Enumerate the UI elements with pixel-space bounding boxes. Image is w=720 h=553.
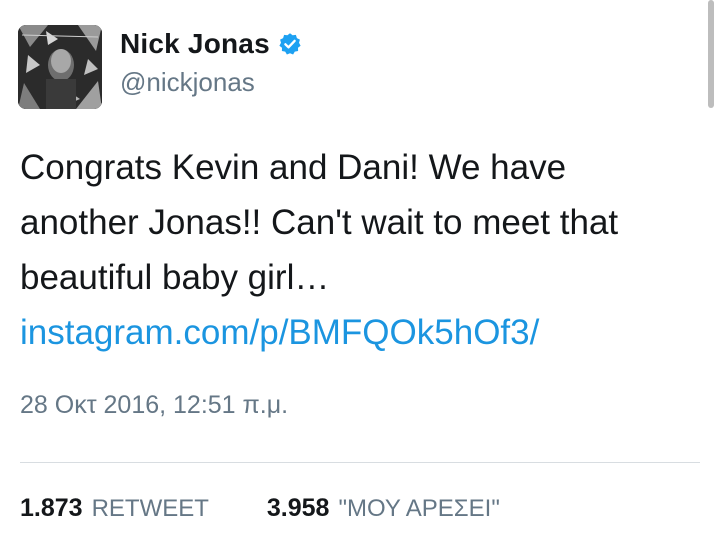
likes-count: 3.958 — [266, 494, 330, 522]
retweets-label: RETWEET — [91, 495, 209, 522]
avatar[interactable] — [18, 25, 102, 109]
likes-stat[interactable]: 3.958 "ΜΟΥ ΑΡΕΣΕΙ" — [267, 494, 500, 523]
avatar-image — [18, 25, 102, 109]
tweet-text-line: beautiful baby girl… — [20, 258, 330, 297]
tweet-stats: 1.873 RETWEET 3.958 "ΜΟΥ ΑΡΕΣΕΙ" — [20, 494, 500, 523]
tweet-text: Congrats Kevin and Dani! We have another… — [20, 140, 710, 360]
tweet-text-line: Congrats Kevin and Dani! We have — [20, 148, 567, 187]
retweets-count: 1.873 — [20, 494, 83, 522]
likes-label: "ΜΟΥ ΑΡΕΣΕΙ" — [338, 495, 500, 522]
tweet-header: Nick Jonas @nickjonas — [18, 25, 302, 109]
scrollbar[interactable] — [708, 0, 714, 108]
display-name[interactable]: Nick Jonas — [120, 28, 270, 60]
divider — [20, 462, 700, 463]
tweet-text-line: another Jonas!! Can't wait to meet that — [20, 203, 619, 242]
verified-badge-icon — [279, 33, 301, 55]
tweet-timestamp[interactable]: 28 Οκτ 2016, 12:51 π.μ. — [20, 391, 288, 420]
user-handle[interactable]: @nickjonas — [120, 67, 302, 98]
retweets-stat[interactable]: 1.873 RETWEET — [20, 494, 209, 523]
tweet-link[interactable]: instagram.com/p/BMFQOk5hOf3/ — [20, 313, 539, 352]
